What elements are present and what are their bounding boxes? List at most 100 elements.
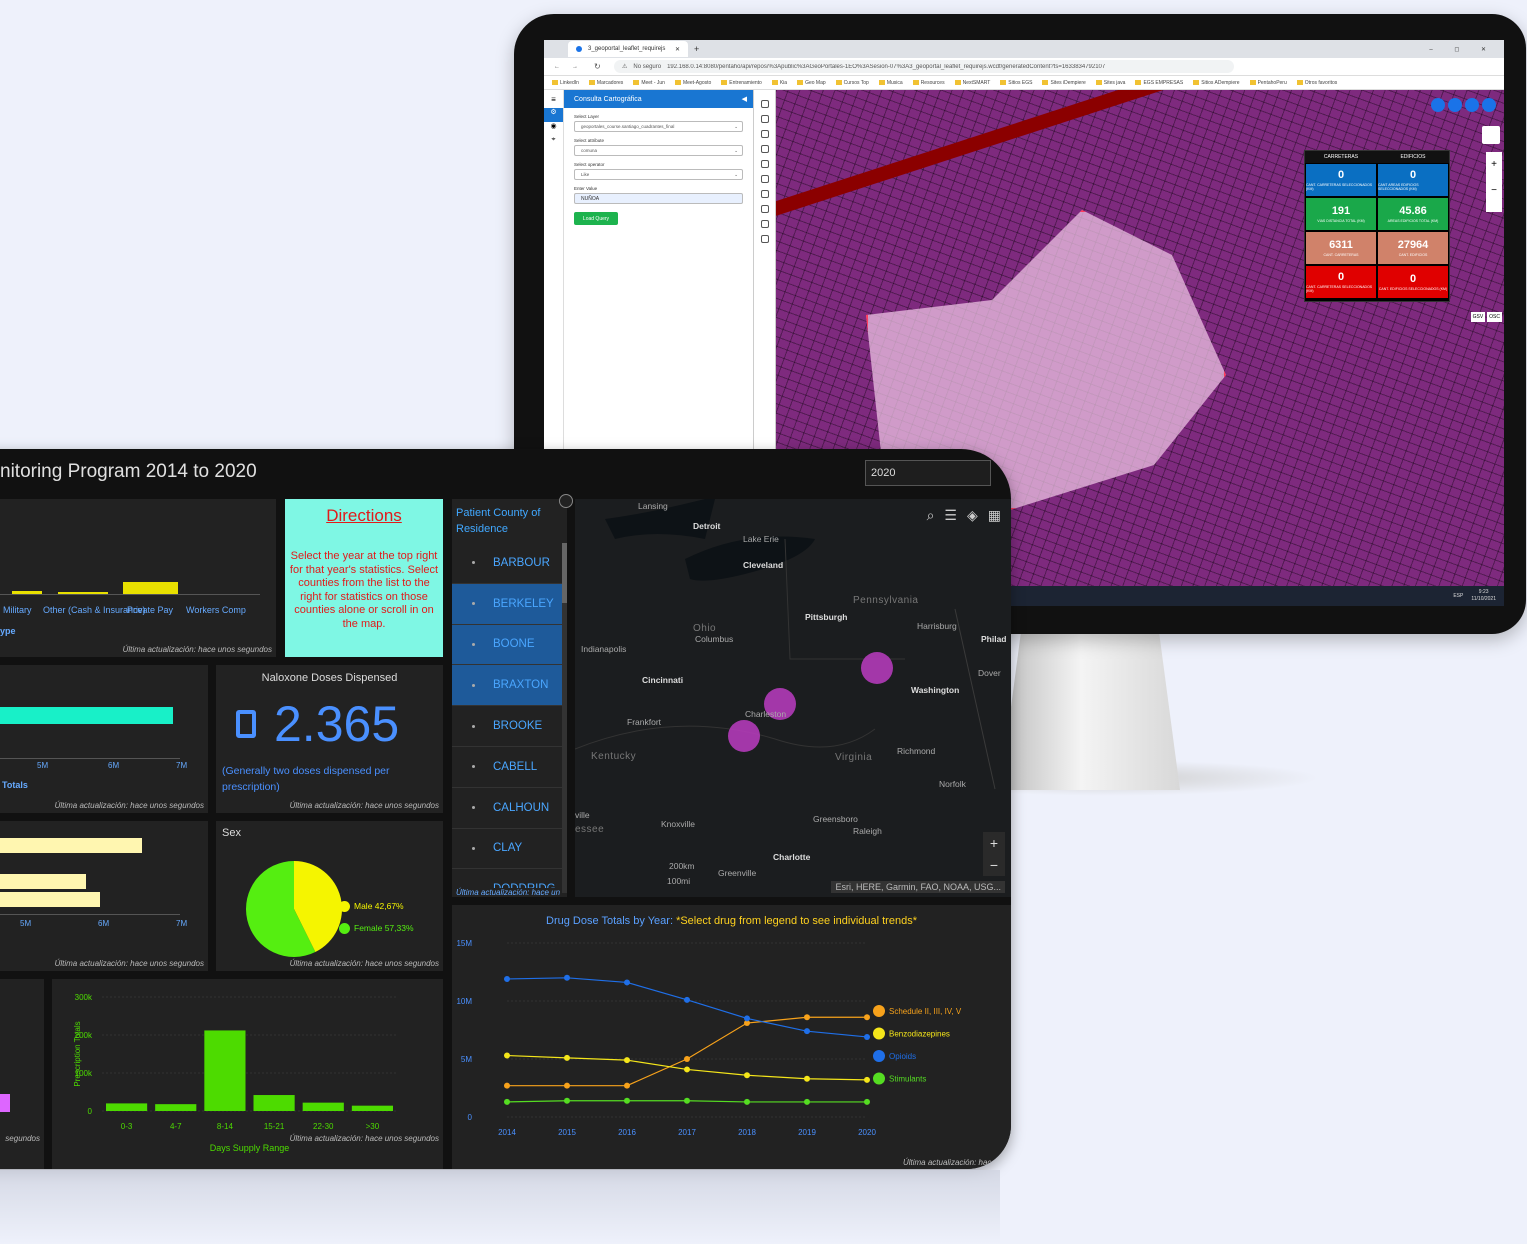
supply-bar[interactable] xyxy=(106,1103,148,1111)
county-item[interactable]: BROOKE xyxy=(452,706,567,747)
bookmark-item[interactable]: Marcadores xyxy=(589,80,623,86)
load-query-button[interactable]: Load Query xyxy=(574,212,618,225)
browser-tab[interactable]: 3_geoportal_leaflet_requirejs ✕ xyxy=(568,41,688,57)
county-scrollbar[interactable] xyxy=(562,543,567,893)
bookmark-item[interactable]: Geo Map xyxy=(797,80,826,86)
info-icon[interactable] xyxy=(1482,98,1496,112)
series-point[interactable] xyxy=(624,1097,630,1104)
bookmark-item[interactable]: LinkedIn xyxy=(552,80,579,86)
bookmark-item[interactable]: Meet-Agosto xyxy=(675,80,711,86)
series-point[interactable] xyxy=(804,1014,810,1021)
expand-icon[interactable] xyxy=(559,494,573,508)
legend-label[interactable]: Stimulants xyxy=(889,1075,926,1084)
series-point[interactable] xyxy=(504,1052,510,1059)
series-point[interactable] xyxy=(564,1097,570,1104)
drug-dose-chart[interactable]: 0 5M 10M 15M 2014 2015 2016 2017 2018 2019 2020 Sch… xyxy=(452,905,1011,1169)
series-point[interactable] xyxy=(624,1082,630,1089)
supply-bar[interactable] xyxy=(155,1104,197,1111)
bookmark-item[interactable]: Cursos Top xyxy=(836,80,869,86)
series-point[interactable] xyxy=(504,1082,510,1089)
basemap-icon[interactable]: ▦ xyxy=(988,507,1001,524)
gsv-button[interactable]: GSV xyxy=(1470,312,1486,322)
bookmark-item[interactable]: Kia xyxy=(772,80,787,86)
list-icon[interactable] xyxy=(1465,98,1479,112)
zoom-in-button[interactable]: + xyxy=(983,832,1005,854)
supply-bar[interactable] xyxy=(204,1030,246,1111)
refresh-icon[interactable] xyxy=(1431,98,1445,112)
series-point[interactable] xyxy=(804,1098,810,1105)
layers-icon[interactable] xyxy=(1482,126,1500,144)
county-item[interactable]: BARBOUR xyxy=(452,543,567,584)
legend-dot-icon[interactable] xyxy=(873,1027,885,1040)
layers-icon[interactable]: ◈ xyxy=(967,507,978,524)
legend-label[interactable]: Schedule II, III, IV, V xyxy=(889,1007,962,1016)
polygon-tool-icon[interactable] xyxy=(760,130,769,138)
bookmark-item[interactable]: Sitios ADempiere xyxy=(1193,80,1239,86)
new-tab-icon[interactable]: + xyxy=(694,44,699,54)
pin-icon[interactable]: ⌖ xyxy=(544,136,563,150)
eye-icon[interactable]: ◉ xyxy=(544,122,563,136)
reload-icon[interactable]: ↻ xyxy=(594,62,601,71)
bookmark-item[interactable]: PentahoPeru xyxy=(1250,80,1287,86)
layer-select[interactable]: geoportales_course.santiago_cuadrantes_f… xyxy=(574,121,743,132)
url-field[interactable]: ⚠ No seguro 192.168.0.14:8080/pentaho/ap… xyxy=(614,60,1234,73)
series-point[interactable] xyxy=(624,979,630,986)
series-line[interactable] xyxy=(506,977,868,1038)
series-point[interactable] xyxy=(684,1056,690,1062)
bookmark-item[interactable]: Sites iDempiere xyxy=(1042,80,1085,86)
series-point[interactable] xyxy=(744,1072,750,1079)
delete-tool-icon[interactable] xyxy=(760,190,769,198)
supply-bar[interactable] xyxy=(351,1105,393,1111)
series-point[interactable] xyxy=(564,974,570,981)
series-point[interactable] xyxy=(744,1098,750,1105)
attribute-select[interactable]: comuna ⌄ xyxy=(574,145,743,156)
legend-female[interactable]: Female 57,33% xyxy=(339,923,414,935)
bookmark-item[interactable]: Musica xyxy=(879,80,903,86)
year-select[interactable]: 2020 xyxy=(865,460,991,486)
tab-close-icon[interactable]: ✕ xyxy=(675,46,680,53)
series-point[interactable] xyxy=(684,1097,690,1104)
legend-male[interactable]: Male 42,67% xyxy=(339,901,404,913)
legend-dot-icon[interactable] xyxy=(873,1050,885,1062)
menu-icon[interactable]: ≡ xyxy=(544,90,563,108)
county-item[interactable]: CALHOUN xyxy=(452,788,567,829)
bookmark-item[interactable]: Otros favoritos xyxy=(1297,80,1338,86)
bookmark-item[interactable]: Sites java xyxy=(1096,80,1126,86)
supply-bar[interactable] xyxy=(302,1102,344,1111)
series-point[interactable] xyxy=(504,975,510,982)
bookmark-item[interactable]: Resources xyxy=(913,80,945,86)
series-line[interactable] xyxy=(507,1016,867,1087)
zoom-out-button[interactable]: − xyxy=(1486,178,1502,204)
series-point[interactable] xyxy=(564,1054,570,1061)
county-item[interactable]: BRAXTON xyxy=(452,665,567,707)
location-tool-icon[interactable] xyxy=(760,220,769,228)
series-point[interactable] xyxy=(864,1014,870,1021)
rectangle-tool-icon[interactable] xyxy=(760,145,769,153)
series-point[interactable] xyxy=(744,1015,750,1022)
back-icon[interactable]: ← xyxy=(554,64,560,70)
county-marker[interactable] xyxy=(861,652,893,684)
bookmark-item[interactable]: EGS EMPRESAS xyxy=(1135,80,1183,86)
line-tool-icon[interactable] xyxy=(760,115,769,123)
county-item[interactable]: BERKELEY xyxy=(452,583,567,625)
legend-icon[interactable]: ☰ xyxy=(944,507,957,524)
series-point[interactable] xyxy=(864,1098,870,1105)
series-point[interactable] xyxy=(804,1075,810,1082)
legend-label[interactable]: Opioids xyxy=(889,1052,916,1061)
series-point[interactable] xyxy=(684,996,690,1003)
series-point[interactable] xyxy=(804,1028,810,1035)
bookmark-item[interactable]: Entrenamiento xyxy=(721,80,762,86)
value-input[interactable]: NUÑOA xyxy=(574,193,743,204)
series-point[interactable] xyxy=(504,1098,510,1105)
legend-dot-icon[interactable] xyxy=(873,1072,885,1085)
county-item[interactable]: BOONE xyxy=(452,624,567,666)
operator-select[interactable]: Like ⌄ xyxy=(574,169,743,180)
county-item[interactable]: CABELL xyxy=(452,747,567,788)
bookmark-item[interactable]: Meet - Jun xyxy=(633,80,665,86)
print-tool-icon[interactable] xyxy=(760,235,769,243)
zoom-out-button[interactable]: − xyxy=(983,854,1005,876)
bookmark-item[interactable]: NextSMART xyxy=(955,80,991,86)
county-map[interactable]: Lansing Detroit Lake Erie Cleveland Pennsylv… xyxy=(575,499,1011,897)
county-marker[interactable] xyxy=(728,720,760,752)
zoom-in-button[interactable]: + xyxy=(1486,152,1502,178)
